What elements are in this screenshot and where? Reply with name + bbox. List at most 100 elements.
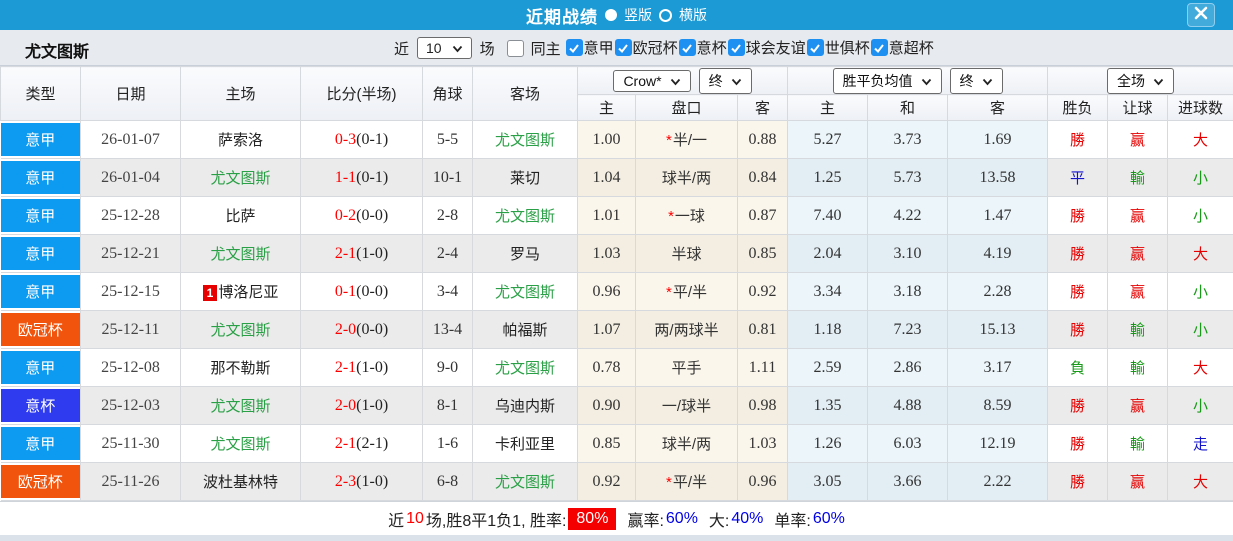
chevron-down-icon: [982, 73, 993, 89]
corner-cell: 2-4: [422, 234, 473, 273]
sub-header-result: 胜负: [1047, 94, 1108, 121]
sub-header-handicap: 盘口: [635, 94, 738, 121]
summary-bar: 近 10 场,胜8平1负1, 胜率: 80% 赢率: 60% 大: 40% 单率: 60%: [0, 501, 1233, 535]
score-cell: 2-0(1-0): [300, 386, 423, 425]
single-label: 单率:: [774, 512, 811, 530]
away-team-cell: 尤文图斯: [472, 196, 578, 235]
league-badge: 欧冠杯: [0, 465, 80, 498]
away-team-cell: 尤文图斯: [472, 462, 578, 501]
handicap-cell: 球半/两: [635, 158, 738, 197]
handicap-result-cell: 赢: [1107, 272, 1168, 311]
league-checkbox[interactable]: [678, 38, 696, 56]
home-odds-cell: 1.07: [577, 310, 636, 349]
league-filter-item: 意超杯: [870, 37, 934, 58]
scope-dropdown[interactable]: 全场: [1107, 67, 1175, 94]
filter-bar: 尤文图斯 近 10 场 同主 意甲 欧冠杯 意杯 球会友谊 世俱杯 意超杯: [0, 30, 1233, 66]
avg-away-cell: 15.13: [947, 310, 1048, 349]
away-odds-cell: 1.11: [737, 348, 788, 387]
score-cell: 2-1(1-0): [300, 234, 423, 273]
match-row: 意甲 25-12-15 1 博洛尼亚 0-1(0-0) 3-4 尤文图斯 0.96 *平/半 0.…: [0, 272, 1233, 311]
match-count-select[interactable]: 10: [417, 37, 472, 59]
sub-header-odds-away: 客: [737, 94, 788, 121]
league-cell: 意甲: [0, 348, 81, 387]
same-home-checkbox[interactable]: [506, 39, 524, 57]
result-cell: 勝: [1047, 386, 1108, 425]
avg-group-header: 胜平负均值 终: [787, 66, 1048, 95]
same-home-label: 同主: [530, 40, 561, 58]
league-cell: 欧冠杯: [0, 462, 81, 501]
away-odds-cell: 0.84: [737, 158, 788, 197]
handicap-result-cell: 赢: [1107, 234, 1168, 273]
avg-draw-cell: 3.66: [867, 462, 948, 501]
league-badge: 意甲: [0, 123, 80, 156]
result-cell: 勝: [1047, 424, 1108, 463]
score-cell: 0-2(0-0): [300, 196, 423, 235]
league-filter-item: 意杯: [678, 37, 727, 58]
result-cell: 負: [1047, 348, 1108, 387]
panel-title: 近期战绩: [526, 7, 598, 27]
goals-cell: 小: [1166, 386, 1233, 425]
league-checkbox[interactable]: [870, 38, 888, 56]
horizontal-radio[interactable]: [659, 8, 672, 22]
close-button[interactable]: [1187, 3, 1215, 27]
league-checkbox[interactable]: [806, 38, 824, 56]
league-filter-item: 欧冠杯: [614, 37, 678, 58]
sub-header-handicap-result: 让球: [1107, 94, 1168, 121]
home-odds-cell: 0.92: [577, 462, 636, 501]
avg-draw-cell: 7.23: [867, 310, 948, 349]
goals-cell: 大: [1166, 348, 1233, 387]
away-team-cell: 莱切: [472, 158, 578, 197]
odds-source-value: Crow*: [623, 72, 662, 89]
handicap-cell: 半球: [635, 234, 738, 273]
corner-cell: 13-4: [422, 310, 473, 349]
handicap-result-cell: 輸: [1107, 424, 1168, 463]
away-team-cell: 乌迪内斯: [472, 386, 578, 425]
home-team-cell: 1 博洛尼亚: [180, 272, 301, 311]
scope-group-header: 全场: [1046, 66, 1233, 95]
league-filter-item: 世俱杯: [806, 37, 870, 58]
result-cell: 平: [1047, 158, 1108, 197]
away-team-cell: 帕福斯: [472, 310, 578, 349]
league-filter-group: 意甲 欧冠杯 意杯 球会友谊 世俱杯 意超杯: [565, 37, 934, 60]
avg-draw-cell: 5.73: [867, 158, 948, 197]
odds-source-dropdown[interactable]: Crow*: [613, 69, 691, 92]
avg-dropdown[interactable]: 胜平负均值: [832, 67, 942, 94]
league-checkbox-label[interactable]: 球会友谊: [746, 37, 806, 58]
league-checkbox[interactable]: [727, 38, 745, 56]
away-odds-cell: 0.98: [737, 386, 788, 425]
result-cell: 勝: [1047, 234, 1108, 273]
league-checkbox[interactable]: [565, 38, 583, 56]
league-checkbox-label[interactable]: 意超杯: [889, 37, 934, 58]
score-cell: 1-1(0-1): [300, 158, 423, 197]
avg-away-cell: 12.19: [947, 424, 1048, 463]
odds-final-dropdown[interactable]: 终: [698, 67, 752, 94]
avg-home-cell: 1.25: [787, 158, 868, 197]
home-team-cell: 萨索洛: [180, 120, 301, 159]
score-cell: 0-1(0-0): [300, 272, 423, 311]
match-table-body: 意甲 26-01-07 萨索洛 0-3(0-1) 5-5 尤文图斯 1.00 *半/一 0.88…: [0, 120, 1233, 501]
avg-away-cell: 13.58: [947, 158, 1048, 197]
horizontal-radio-label[interactable]: 横版: [679, 5, 707, 25]
score-cell: 2-1(1-0): [300, 348, 423, 387]
avg-away-cell: 3.17: [947, 348, 1048, 387]
home-team-cell: 尤文图斯: [180, 386, 301, 425]
chevron-down-icon: [452, 40, 463, 56]
home-team-cell: 尤文图斯: [180, 158, 301, 197]
league-checkbox[interactable]: [614, 38, 632, 56]
league-checkbox-label[interactable]: 世俱杯: [825, 37, 870, 58]
league-checkbox-label[interactable]: 欧冠杯: [633, 37, 678, 58]
vertical-radio-label[interactable]: 竖版: [624, 5, 652, 25]
handicap-cell: 一/球半: [635, 386, 738, 425]
league-checkbox-label[interactable]: 意甲: [584, 37, 614, 58]
league-cell: 欧冠杯: [0, 310, 81, 349]
win-label: 赢率:: [627, 512, 664, 530]
league-cell: 意甲: [0, 120, 81, 159]
vertical-radio[interactable]: [605, 9, 617, 21]
avg-home-cell: 7.40: [787, 196, 868, 235]
league-cell: 意杯: [0, 386, 81, 425]
date-cell: 25-11-30: [80, 424, 181, 463]
avg-final-dropdown[interactable]: 终: [949, 67, 1003, 94]
corner-cell: 10-1: [422, 158, 473, 197]
league-checkbox-label[interactable]: 意杯: [697, 37, 727, 58]
chevron-down-icon: [731, 73, 742, 89]
